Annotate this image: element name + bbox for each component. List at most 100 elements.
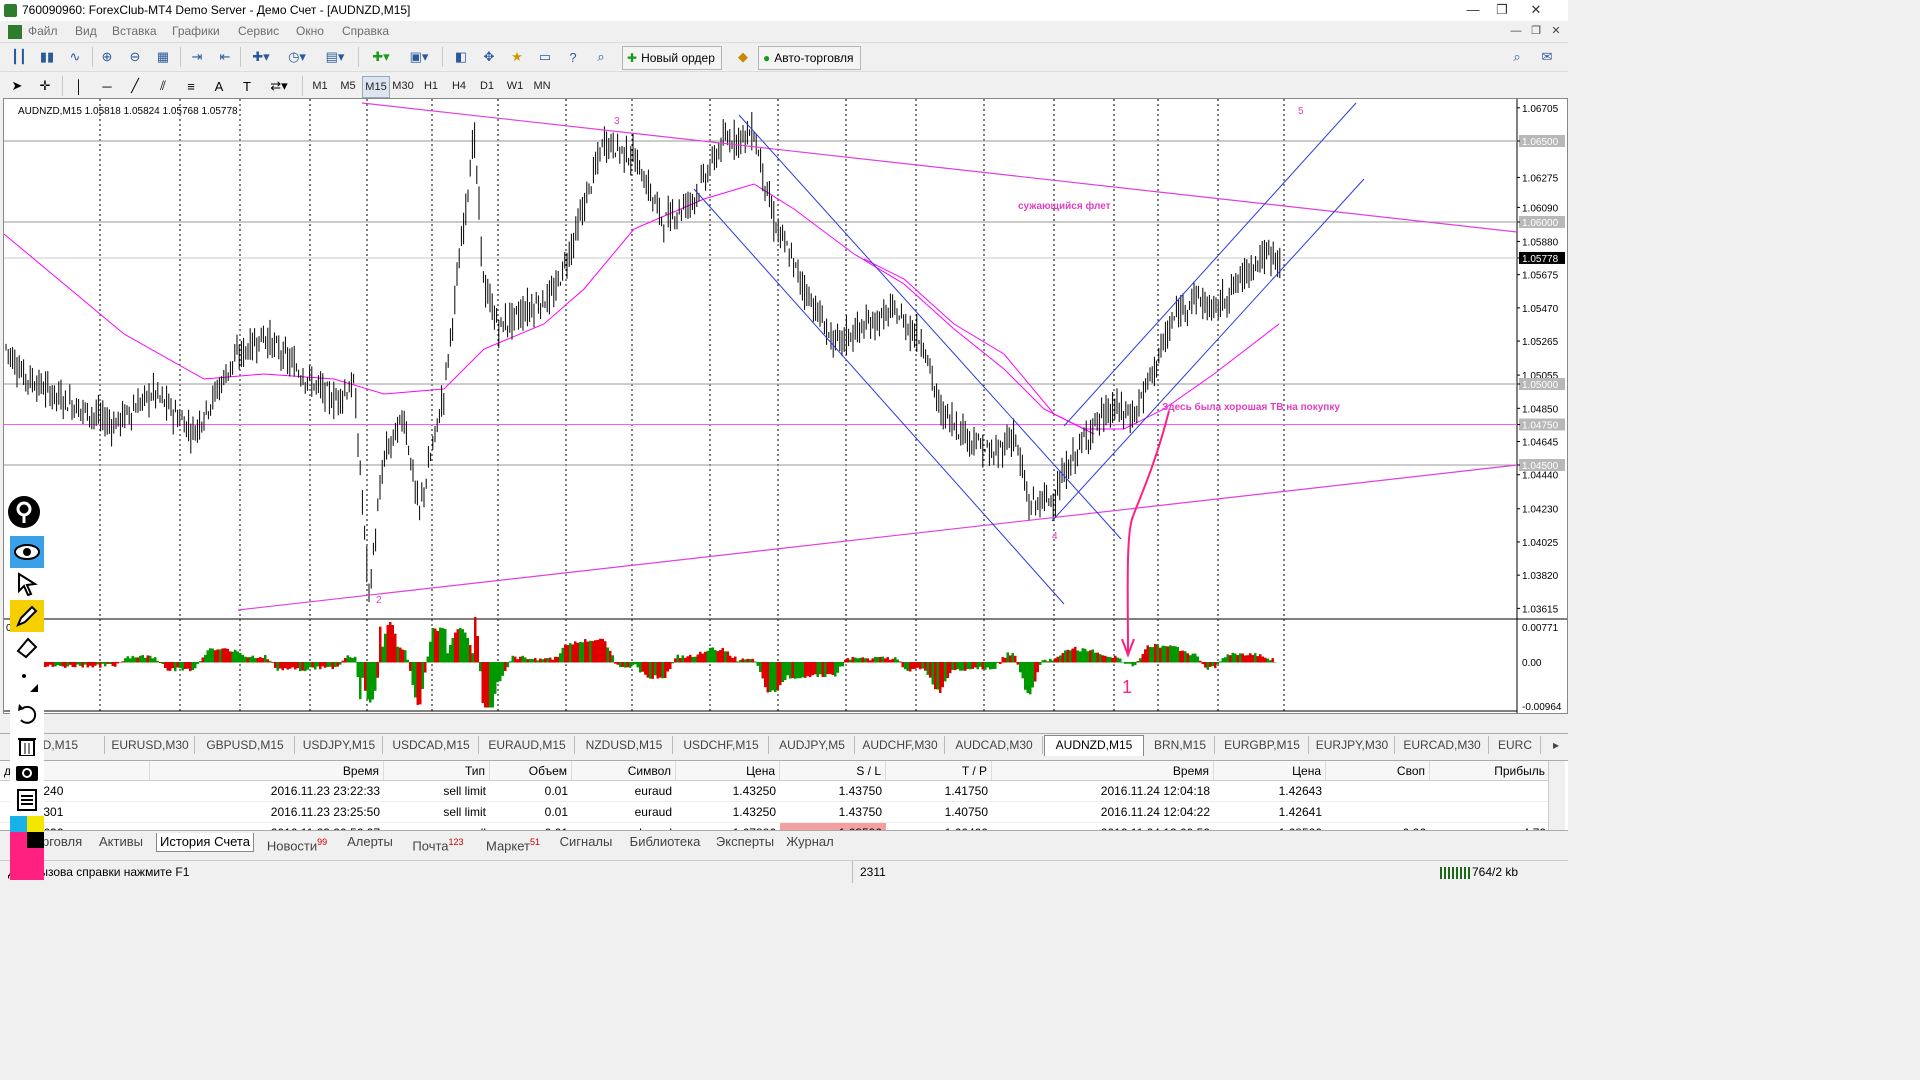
terminal-column-header[interactable]: Время xyxy=(992,761,1214,781)
chart-tab[interactable]: BRN,M15 xyxy=(1146,736,1215,754)
price-chart[interactable]: 1.06705 1.06500 1.06275 1.06090 1.06000 1.058… xyxy=(4,99,1567,713)
terminal-tab[interactable]: Алерты xyxy=(342,833,398,851)
terminal-tab[interactable]: Маркет51 xyxy=(478,833,548,853)
chart-tab[interactable]: NZDUSD,M15 xyxy=(576,736,673,754)
menu-help[interactable]: Справка xyxy=(342,24,389,38)
mdi-restore-icon[interactable]: ❐ xyxy=(1528,24,1544,38)
terminal-scrollbar[interactable] xyxy=(1548,761,1565,831)
chart-tab[interactable]: USDJPY,M15 xyxy=(296,736,383,754)
vertical-line-icon[interactable]: │ xyxy=(68,75,90,97)
trendline-icon[interactable]: ╱ xyxy=(124,75,146,97)
terminal-tab[interactable]: Активы xyxy=(92,833,150,851)
terminal-column-header[interactable]: Прибыль xyxy=(1430,761,1550,781)
terminal-tab[interactable]: Журнал xyxy=(784,833,836,851)
chart-tab[interactable]: AUDCAD,M30 xyxy=(946,736,1043,754)
crosshair-icon[interactable]: ✛ xyxy=(34,75,56,97)
tf-m15[interactable]: M15 xyxy=(362,76,390,98)
cursor-icon[interactable] xyxy=(10,568,44,600)
undo-icon[interactable] xyxy=(10,698,44,730)
zoom-out-icon[interactable]: ⊖ xyxy=(124,46,146,68)
chart-tab[interactable]: EURJPY,M30 xyxy=(1310,736,1395,754)
terminal-column-header[interactable]: Символ xyxy=(572,761,676,781)
chart-tab[interactable]: USDCAD,M15 xyxy=(384,736,479,754)
table-row[interactable]: 553843012016.11.23 23:25:50sell limit0.0… xyxy=(0,802,1548,823)
periods-icon[interactable]: ◷▾ xyxy=(282,46,312,68)
tf-m5[interactable]: M5 xyxy=(335,76,361,96)
mdi-close-icon[interactable]: ✕ xyxy=(1548,24,1564,38)
menu-insert[interactable]: Вставка xyxy=(112,24,157,38)
market-watch-icon[interactable]: ◧ xyxy=(450,46,472,68)
terminal-tab[interactable]: Новости99 xyxy=(258,833,336,853)
new-order-button[interactable]: ✚ Новый ордер xyxy=(622,46,722,70)
mdi-minimize-icon[interactable]: — xyxy=(1508,24,1524,38)
terminal-column-header[interactable]: Своп xyxy=(1326,761,1430,781)
chart-tab[interactable]: EURCAD,M30 xyxy=(1396,736,1489,754)
chart-tab[interactable]: EURUSD,M30 xyxy=(106,736,195,754)
notepad-icon[interactable] xyxy=(10,784,44,816)
pencil-icon[interactable] xyxy=(10,600,44,632)
chart-tab[interactable]: EURC xyxy=(1490,736,1541,754)
chart-tab[interactable]: AUDJPY,M5 xyxy=(770,736,855,754)
logo-icon[interactable] xyxy=(6,494,42,530)
tf-h1[interactable]: H1 xyxy=(418,76,444,96)
profiles-icon[interactable]: ▣▾ xyxy=(404,46,434,68)
chart-tab[interactable]: AUDNZD,M15 xyxy=(1044,735,1144,756)
menu-charts[interactable]: Графики xyxy=(172,24,220,38)
menu-tools[interactable]: Сервис xyxy=(238,24,279,38)
line-chart-icon[interactable]: ∿ xyxy=(64,46,86,68)
terminal-column-header[interactable]: Время xyxy=(150,761,384,781)
tf-mn[interactable]: MN xyxy=(529,76,555,96)
tile-windows-icon[interactable]: ▦ xyxy=(152,46,174,68)
strategy-tester-icon[interactable]: ? xyxy=(562,46,584,68)
expert-icon[interactable]: ◆ xyxy=(732,46,754,68)
tf-h4[interactable]: H4 xyxy=(446,76,472,96)
palette-icon[interactable] xyxy=(10,816,44,880)
terminal-column-header[interactable]: Цена xyxy=(1214,761,1326,781)
search-right-icon[interactable]: ⌕ xyxy=(1506,46,1528,68)
terminal-tab[interactable]: Почта123 xyxy=(404,833,472,853)
terminal-tab[interactable]: Сигналы xyxy=(554,833,618,851)
shapes-icon[interactable]: ⇄▾ xyxy=(264,75,294,97)
zoom-in-icon[interactable]: ⊕ xyxy=(96,46,118,68)
menu-file[interactable]: Файл xyxy=(28,24,58,38)
chart-tab[interactable]: EURGBP,M15 xyxy=(1216,736,1309,754)
chart-tab[interactable]: USDCHF,M15 xyxy=(674,736,769,754)
close-button[interactable]: ✕ xyxy=(1525,2,1547,18)
terminal-tab[interactable]: Библиотека xyxy=(624,833,706,851)
cursor-tool-icon[interactable]: ➤ xyxy=(6,75,28,97)
chart-tab[interactable]: AUDCHF,M30 xyxy=(856,736,945,754)
eraser-icon[interactable] xyxy=(10,632,44,664)
fibonacci-icon[interactable]: ≡ xyxy=(180,75,202,97)
restore-button[interactable]: ❐ xyxy=(1491,2,1513,18)
terminal-column-header[interactable]: Тип xyxy=(384,761,490,781)
tf-w1[interactable]: W1 xyxy=(502,76,528,96)
terminal-column-header[interactable]: S / L xyxy=(780,761,886,781)
minimize-button[interactable]: — xyxy=(1462,2,1484,18)
text-icon[interactable]: A xyxy=(208,75,230,97)
terminal-icon[interactable]: ▭ xyxy=(534,46,556,68)
search-icon[interactable]: ⌕ xyxy=(590,46,612,68)
terminal-column-header[interactable]: Объем xyxy=(490,761,572,781)
autoscroll-icon[interactable]: ⇥ xyxy=(186,46,208,68)
chart-window[interactable]: 1.06705 1.06500 1.06275 1.06090 1.06000 1.058… xyxy=(3,98,1568,714)
chart-tab[interactable]: GBPUSD,M15 xyxy=(196,736,295,754)
eye-icon[interactable] xyxy=(10,536,44,568)
terminal-column-header[interactable]: Цена xyxy=(676,761,780,781)
templates-icon[interactable]: ▤▾ xyxy=(320,46,350,68)
data-window-icon[interactable]: ✥ xyxy=(478,46,500,68)
terminal-tab[interactable]: Эксперты xyxy=(712,833,778,851)
menu-window[interactable]: Окно xyxy=(296,24,324,38)
chart-tab[interactable]: EURAUD,M15 xyxy=(480,736,575,754)
navigator-icon[interactable]: ★ xyxy=(506,46,528,68)
indicators-icon[interactable]: ✚▾ xyxy=(246,46,276,68)
brush-size-icon[interactable] xyxy=(10,664,44,698)
new-chart-icon[interactable]: ✚▾ xyxy=(366,46,396,68)
table-row[interactable]: 553842402016.11.23 23:22:33sell limit0.0… xyxy=(0,781,1548,802)
bar-chart-icon[interactable]: ┃┃ xyxy=(8,46,30,68)
chart-icon[interactable] xyxy=(8,25,22,39)
auto-trading-button[interactable]: ● Авто-торговля xyxy=(758,46,861,70)
tabs-scroll-right-icon[interactable]: ▸ xyxy=(1548,736,1564,754)
chart-shift-icon[interactable]: ⇤ xyxy=(214,46,236,68)
chat-icon[interactable]: ✉ xyxy=(1536,46,1558,68)
tf-d1[interactable]: D1 xyxy=(474,76,500,96)
